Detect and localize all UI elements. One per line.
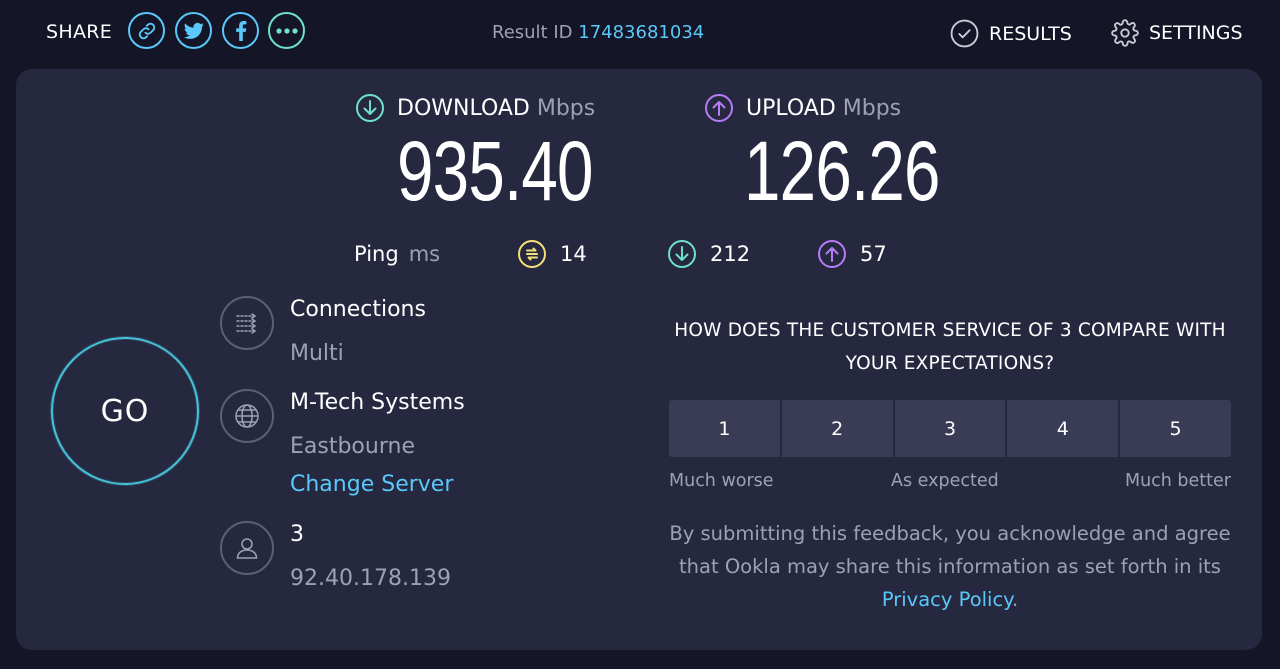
upload-header: UPLOAD Mbps	[704, 93, 995, 123]
ping-label: Ping	[354, 242, 399, 266]
globe-icon	[220, 389, 274, 443]
download-header: DOWNLOAD Mbps	[355, 93, 648, 123]
connections-title: Connections	[290, 297, 426, 322]
feedback-disclaimer: By submitting this feedback, you acknowl…	[669, 517, 1231, 616]
gear-icon	[1111, 19, 1139, 47]
ping-idle-icon	[518, 240, 546, 268]
upload-label: UPLOAD	[746, 95, 836, 121]
survey-question: HOW DOES THE CUSTOMER SERVICE OF 3 COMPA…	[674, 320, 1226, 374]
rating-scale: 1 2 3 4 5	[669, 400, 1231, 457]
ping-download-icon	[668, 240, 696, 268]
check-circle-icon	[950, 19, 979, 48]
ping-download-value: 212	[710, 242, 751, 266]
download-value: 935.40	[397, 124, 593, 218]
disclaimer-text: By submitting this feedback, you acknowl…	[669, 522, 1231, 578]
more-icon	[275, 27, 298, 34]
result-id: Result ID 17483681034	[492, 22, 704, 43]
connections-icon	[220, 296, 274, 350]
user-icon	[220, 521, 274, 575]
result-id-link[interactable]: 17483681034	[578, 22, 704, 43]
provider-name: 3	[290, 522, 304, 547]
download-arrow-icon	[356, 94, 384, 122]
share-label: SHARE	[46, 21, 113, 43]
ping-unit: ms	[408, 242, 441, 266]
ping-idle-value: 14	[560, 242, 587, 266]
rating-caption-low: Much worse	[669, 471, 774, 491]
rating-option-5[interactable]: 5	[1120, 400, 1231, 457]
result-id-label: Result ID	[492, 22, 573, 43]
ping-upload-value: 57	[860, 242, 887, 266]
rating-caption-high: Much better	[1124, 471, 1231, 491]
rating-option-2[interactable]: 2	[781, 400, 893, 457]
download-unit: Mbps	[536, 95, 596, 121]
download-label: DOWNLOAD	[397, 95, 530, 121]
more-share-button[interactable]	[268, 12, 305, 49]
disclaimer-period: .	[1011, 588, 1019, 611]
twitter-icon	[183, 22, 204, 39]
rating-option-4[interactable]: 4	[1007, 400, 1119, 457]
rating-option-3[interactable]: 3	[894, 400, 1006, 457]
ping-upload: 57	[817, 239, 887, 269]
link-share-button[interactable]	[128, 12, 165, 49]
ping-download: 212	[667, 239, 750, 269]
ping-idle: 14	[517, 239, 587, 269]
rating-caption-mid: As expected	[891, 471, 999, 491]
privacy-policy-link[interactable]: Privacy Policy	[882, 588, 1012, 611]
upload-value: 126.26	[744, 124, 940, 218]
download-metric: DOWNLOAD Mbps 935.40	[355, 93, 648, 217]
facebook-share-button[interactable]	[222, 12, 259, 49]
top-bar: SHARE Result ID 17483681034 RESULTS SETT…	[0, 0, 1280, 68]
upload-metric: UPLOAD Mbps 126.26	[704, 93, 995, 217]
change-server-link[interactable]: Change Server	[290, 472, 453, 497]
twitter-share-button[interactable]	[175, 12, 212, 49]
results-card: DOWNLOAD Mbps 935.40 UPLOAD Mbps 126.26 …	[16, 69, 1262, 650]
connections-value: Multi	[290, 341, 344, 366]
facebook-icon	[235, 20, 246, 41]
results-link[interactable]: RESULTS	[950, 19, 1072, 48]
settings-link[interactable]: SETTINGS	[1111, 19, 1243, 47]
ping-label-group: Ping ms	[354, 242, 440, 266]
server-location: Eastbourne	[290, 434, 415, 459]
upload-unit: Mbps	[842, 95, 902, 121]
results-label: RESULTS	[989, 22, 1072, 45]
link-icon	[138, 22, 155, 39]
provider-ip: 92.40.178.139	[290, 566, 451, 591]
go-button[interactable]: GO	[51, 337, 199, 485]
settings-label: SETTINGS	[1149, 22, 1243, 44]
rating-option-1[interactable]: 1	[669, 400, 780, 457]
server-name: M-Tech Systems	[290, 390, 465, 415]
upload-arrow-icon	[705, 94, 733, 122]
ping-upload-icon	[818, 240, 846, 268]
